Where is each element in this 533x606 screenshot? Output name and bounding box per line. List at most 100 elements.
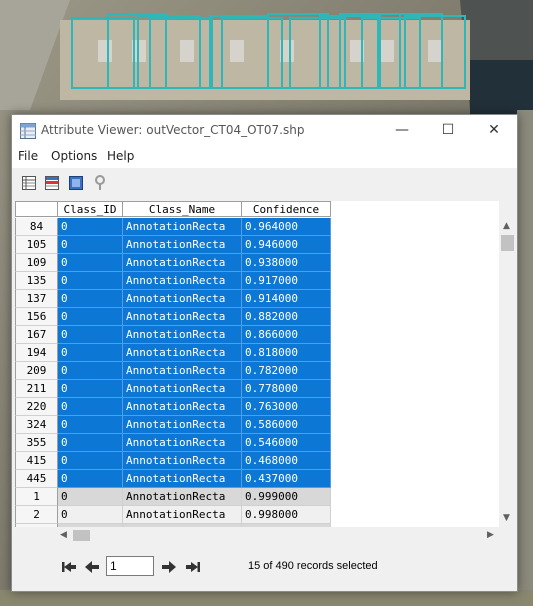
vertical-scrollbar[interactable]: ▲ ▼ (499, 218, 516, 527)
confidence-cell[interactable]: 0.778000 (242, 380, 331, 398)
maximize-button[interactable]: ☐ (425, 115, 471, 146)
row-id-cell[interactable]: 194 (15, 344, 58, 362)
row-id-cell[interactable]: 84 (15, 218, 58, 236)
table-row[interactable]: 137 0 AnnotationRecta 0.914000 (15, 290, 333, 308)
row-id-cell[interactable]: 167 (15, 326, 58, 344)
class-name-cell[interactable]: AnnotationRecta (123, 380, 242, 398)
confidence-cell[interactable]: 0.938000 (242, 254, 331, 272)
row-id-cell[interactable]: 1 (15, 488, 58, 506)
menu-file[interactable]: File (18, 149, 38, 163)
class-id-cell[interactable]: 0 (58, 236, 123, 254)
column-header-class-id[interactable]: Class_ID (58, 201, 123, 217)
table-row[interactable]: 194 0 AnnotationRecta 0.818000 (15, 344, 333, 362)
class-name-cell[interactable]: AnnotationRecta (123, 452, 242, 470)
confidence-cell[interactable]: 0.999000 (242, 488, 331, 506)
confidence-cell[interactable]: 0.586000 (242, 416, 331, 434)
switch-selection-icon[interactable] (44, 175, 60, 191)
class-name-cell[interactable]: AnnotationRecta (123, 236, 242, 254)
table-row[interactable]: 167 0 AnnotationRecta 0.866000 (15, 326, 333, 344)
class-name-cell[interactable]: AnnotationRecta (123, 398, 242, 416)
column-header-confidence[interactable]: Confidence (242, 201, 331, 217)
scroll-right-icon[interactable]: ▶ (487, 530, 494, 540)
class-id-cell[interactable]: 0 (58, 254, 123, 272)
row-id-cell[interactable]: 3 (15, 524, 58, 527)
class-name-cell[interactable]: AnnotationRecta (123, 290, 242, 308)
column-header-class-name[interactable]: Class_Name (123, 201, 242, 217)
table-row[interactable]: 209 0 AnnotationRecta 0.782000 (15, 362, 333, 380)
row-id-cell[interactable]: 156 (15, 308, 58, 326)
table-row[interactable]: 355 0 AnnotationRecta 0.546000 (15, 434, 333, 452)
table-row[interactable]: 1 0 AnnotationRecta 0.999000 (15, 488, 333, 506)
zoom-to-icon[interactable] (92, 175, 108, 191)
row-id-cell[interactable]: 415 (15, 452, 58, 470)
class-name-cell[interactable]: AnnotationRecta (123, 254, 242, 272)
class-name-cell[interactable]: AnnotationRecta (123, 326, 242, 344)
row-id-cell[interactable]: 209 (15, 362, 58, 380)
class-id-cell[interactable]: 0 (58, 452, 123, 470)
table-row[interactable]: 84 0 AnnotationRecta 0.964000 (15, 218, 333, 236)
menu-help[interactable]: Help (107, 149, 134, 163)
table-row[interactable]: 220 0 AnnotationRecta 0.763000 (15, 398, 333, 416)
table-row[interactable]: 415 0 AnnotationRecta 0.468000 (15, 452, 333, 470)
first-record-icon[interactable] (61, 559, 77, 575)
minimize-button[interactable]: — (379, 115, 425, 146)
class-id-cell[interactable]: 0 (58, 398, 123, 416)
confidence-cell[interactable]: 0.763000 (242, 398, 331, 416)
class-id-cell[interactable]: 0 (58, 434, 123, 452)
row-id-cell[interactable]: 137 (15, 290, 58, 308)
class-name-cell[interactable]: AnnotationRecta (123, 272, 242, 290)
class-name-cell[interactable]: AnnotationRecta (123, 218, 242, 236)
row-id-cell[interactable]: 211 (15, 380, 58, 398)
scroll-down-icon[interactable]: ▼ (503, 513, 510, 523)
table-row[interactable]: 445 0 AnnotationRecta 0.437000 (15, 470, 333, 488)
record-number-input[interactable] (106, 556, 154, 576)
confidence-cell[interactable]: 0.468000 (242, 452, 331, 470)
table-icon[interactable] (21, 175, 37, 191)
confidence-cell[interactable]: 0.437000 (242, 470, 331, 488)
title-bar[interactable]: Attribute Viewer: outVector_CT04_OT07.sh… (12, 115, 517, 146)
row-id-cell[interactable]: 324 (15, 416, 58, 434)
class-id-cell[interactable]: 0 (58, 326, 123, 344)
confidence-cell[interactable]: 0.882000 (242, 308, 331, 326)
table-row[interactable]: 156 0 AnnotationRecta 0.882000 (15, 308, 333, 326)
class-id-cell[interactable]: 0 (58, 362, 123, 380)
class-name-cell[interactable]: AnnotationRecta (123, 434, 242, 452)
table-row[interactable]: 211 0 AnnotationRecta 0.778000 (15, 380, 333, 398)
class-id-cell[interactable]: 0 (58, 344, 123, 362)
select-all-icon[interactable] (68, 175, 84, 191)
vertical-scroll-thumb[interactable] (501, 235, 514, 251)
menu-options[interactable]: Options (51, 149, 97, 163)
previous-record-icon[interactable] (84, 559, 100, 575)
class-id-cell[interactable]: 0 (58, 272, 123, 290)
class-id-cell[interactable]: 0 (58, 506, 123, 524)
class-name-cell[interactable]: AnnotationRecta (123, 506, 242, 524)
class-name-cell[interactable]: AnnotationRecta (123, 416, 242, 434)
class-name-cell[interactable]: AnnotationRecta (123, 470, 242, 488)
close-button[interactable]: ✕ (471, 115, 517, 146)
table-row[interactable]: 105 0 AnnotationRecta 0.946000 (15, 236, 333, 254)
scroll-up-icon[interactable]: ▲ (503, 221, 510, 231)
class-id-cell[interactable]: 0 (58, 488, 123, 506)
confidence-cell[interactable]: 0.866000 (242, 326, 331, 344)
row-id-cell[interactable]: 2 (15, 506, 58, 524)
last-record-icon[interactable] (185, 559, 201, 575)
row-id-cell[interactable]: 355 (15, 434, 58, 452)
row-id-cell[interactable]: 220 (15, 398, 58, 416)
table-row[interactable]: 2 0 AnnotationRecta 0.998000 (15, 506, 333, 524)
confidence-cell[interactable]: 0.782000 (242, 362, 331, 380)
horizontal-scrollbar[interactable]: ◀ ▶ (57, 527, 499, 544)
confidence-cell[interactable]: 0.917000 (242, 272, 331, 290)
class-name-cell[interactable]: AnnotationRecta (123, 308, 242, 326)
class-id-cell[interactable]: 0 (58, 416, 123, 434)
class-name-cell[interactable]: AnnotationRecta (123, 344, 242, 362)
table-row[interactable]: 109 0 AnnotationRecta 0.938000 (15, 254, 333, 272)
confidence-cell[interactable]: 0.818000 (242, 344, 331, 362)
confidence-cell[interactable]: 0.546000 (242, 434, 331, 452)
class-name-cell[interactable]: AnnotationRecta (123, 488, 242, 506)
class-id-cell[interactable]: 0 (58, 290, 123, 308)
scroll-left-icon[interactable]: ◀ (60, 530, 67, 540)
row-id-cell[interactable]: 445 (15, 470, 58, 488)
row-id-cell[interactable]: 105 (15, 236, 58, 254)
class-id-cell[interactable]: 0 (58, 308, 123, 326)
next-record-icon[interactable] (161, 559, 177, 575)
